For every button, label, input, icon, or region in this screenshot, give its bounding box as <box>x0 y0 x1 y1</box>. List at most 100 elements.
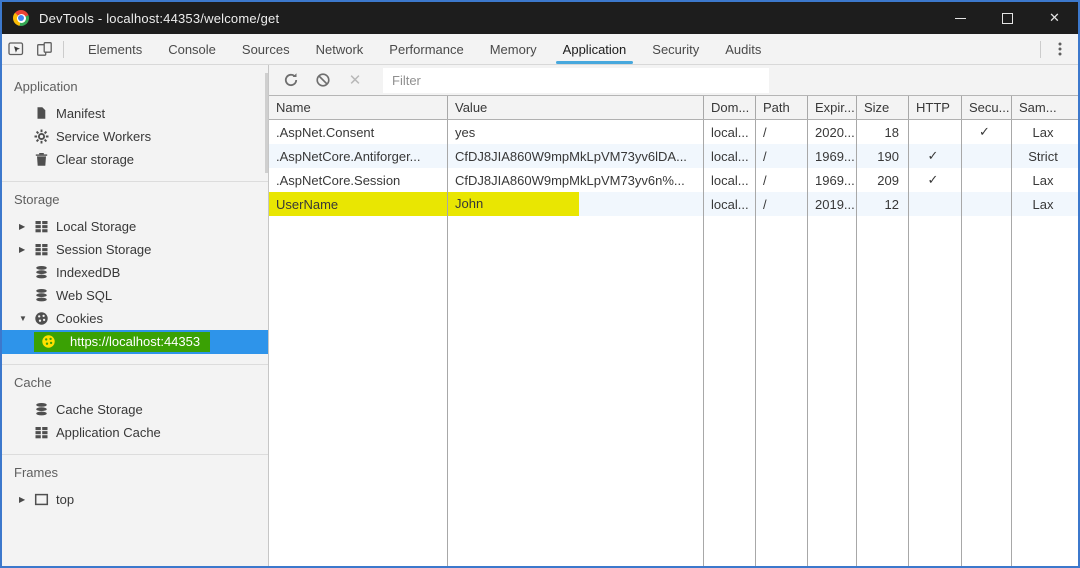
cell-sam[interactable]: Strict <box>1012 144 1078 168</box>
tab-elements[interactable]: Elements <box>75 34 155 64</box>
filter-input[interactable] <box>383 68 769 93</box>
column-header-http[interactable]: HTTP <box>909 96 962 119</box>
refresh-icon <box>283 72 299 88</box>
cell-dom[interactable]: local... <box>704 120 756 144</box>
sidebar-item-service-workers[interactable]: Service Workers <box>2 125 268 148</box>
cell-path[interactable]: / <box>756 120 808 144</box>
cell-secu[interactable]: ✓ <box>962 120 1012 144</box>
column-header-secu[interactable]: Secu... <box>962 96 1012 119</box>
cell-http[interactable]: ✓ <box>909 168 962 192</box>
cell-size[interactable]: 190 <box>857 144 909 168</box>
kebab-menu-button[interactable] <box>1046 34 1074 64</box>
cell-size[interactable]: 209 <box>857 168 909 192</box>
column-header-size[interactable]: Size <box>857 96 909 119</box>
cell-size[interactable]: 12 <box>857 192 909 216</box>
frame-icon <box>34 492 49 507</box>
sidebar-item-session-storage[interactable]: ▶Session Storage <box>2 238 268 261</box>
sidebar-item-https-localhost-44353[interactable]: https://localhost:44353 <box>2 330 268 354</box>
cell-name[interactable]: UserName <box>269 192 448 216</box>
tab-sources[interactable]: Sources <box>229 34 303 64</box>
cell-size[interactable]: 18 <box>857 120 909 144</box>
sidebar-item-label: https://localhost:44353 <box>70 334 200 349</box>
cell-http[interactable]: ✓ <box>909 144 962 168</box>
cell-sam[interactable]: Lax <box>1012 120 1078 144</box>
cell-name[interactable]: .AspNetCore.Antiforger... <box>269 144 448 168</box>
cell-expir[interactable]: 1969... <box>808 144 857 168</box>
tab-console[interactable]: Console <box>155 34 229 64</box>
sidebar-item-top[interactable]: ▶top <box>2 488 268 511</box>
cell-secu[interactable] <box>962 192 1012 216</box>
cell-http[interactable] <box>909 192 962 216</box>
sidebar-item-cookies[interactable]: ▼Cookies <box>2 307 268 330</box>
column-header-dom[interactable]: Dom... <box>704 96 756 119</box>
chevron-right-icon[interactable]: ▶ <box>19 495 34 504</box>
table-row[interactable]: .AspNet.Consentyeslocal.../2020...18 ✓Lax <box>269 120 1078 144</box>
sidebar: ApplicationManifestService WorkersClear … <box>2 65 269 566</box>
sidebar-item-local-storage[interactable]: ▶Local Storage <box>2 215 268 238</box>
tab-security[interactable]: Security <box>639 34 712 64</box>
column-header-sam[interactable]: Sam... <box>1012 96 1078 119</box>
column-header-value[interactable]: Value <box>448 96 704 119</box>
cell-value[interactable]: CfDJ8JIA860W9mpMkLpVM73yv6lDA... <box>448 144 704 168</box>
sidebar-item-clear-storage[interactable]: Clear storage <box>2 148 268 171</box>
column-header-name[interactable]: Name <box>269 96 448 119</box>
cell-expir[interactable]: 2020... <box>808 120 857 144</box>
value-highlight: John <box>448 192 579 216</box>
cell-value[interactable]: John <box>448 192 704 216</box>
table-row[interactable]: UserNameJohn local.../2019...12 Lax <box>269 192 1078 216</box>
cell-expir[interactable]: 2019... <box>808 192 857 216</box>
chevron-right-icon[interactable]: ▶ <box>19 245 34 254</box>
tab-network[interactable]: Network <box>303 34 377 64</box>
close-button[interactable]: ✕ <box>1031 2 1078 34</box>
cell-http[interactable] <box>909 120 962 144</box>
refresh-button[interactable] <box>278 67 304 93</box>
column-header-expir[interactable]: Expir... <box>808 96 857 119</box>
tab-application[interactable]: Application <box>550 34 640 64</box>
cell-name[interactable]: .AspNetCore.Session <box>269 168 448 192</box>
cell-name[interactable]: .AspNet.Consent <box>269 120 448 144</box>
chrome-logo-icon <box>13 10 29 26</box>
table-row[interactable]: .AspNetCore.SessionCfDJ8JIA860W9mpMkLpVM… <box>269 168 1078 192</box>
cell-sam[interactable]: Lax <box>1012 168 1078 192</box>
filler-column <box>269 216 448 566</box>
table-icon <box>34 425 49 440</box>
cell-dom[interactable]: local... <box>704 192 756 216</box>
section-header-cache: Cache <box>2 367 268 398</box>
inspect-cursor-button[interactable] <box>2 34 30 64</box>
tab-memory[interactable]: Memory <box>477 34 550 64</box>
table-row[interactable]: .AspNetCore.Antiforger...CfDJ8JIA860W9mp… <box>269 144 1078 168</box>
sidebar-item-web-sql[interactable]: Web SQL <box>2 284 268 307</box>
cell-path[interactable]: / <box>756 192 808 216</box>
sidebar-item-label: Web SQL <box>56 288 112 303</box>
tab-audits[interactable]: Audits <box>712 34 774 64</box>
chevron-right-icon[interactable]: ▶ <box>19 222 34 231</box>
delete-selected-button[interactable]: ✕ <box>342 67 368 93</box>
tabbar-right <box>1035 34 1078 64</box>
sidebar-item-application-cache[interactable]: Application Cache <box>2 421 268 444</box>
sidebar-item-manifest[interactable]: Manifest <box>2 102 268 125</box>
clear-all-button[interactable] <box>310 67 336 93</box>
device-toolbar-button[interactable] <box>30 34 58 64</box>
tab-performance[interactable]: Performance <box>376 34 476 64</box>
sidebar-scrollbar[interactable] <box>265 73 268 173</box>
sidebar-item-cache-storage[interactable]: Cache Storage <box>2 398 268 421</box>
cell-dom[interactable]: local... <box>704 144 756 168</box>
cell-path[interactable]: / <box>756 144 808 168</box>
filler-column <box>704 216 756 566</box>
filler-column <box>857 216 909 566</box>
sidebar-item-indexeddb[interactable]: IndexedDB <box>2 261 268 284</box>
column-header-path[interactable]: Path <box>756 96 808 119</box>
cell-sam[interactable]: Lax <box>1012 192 1078 216</box>
cell-secu[interactable] <box>962 144 1012 168</box>
cell-secu[interactable] <box>962 168 1012 192</box>
cell-expir[interactable]: 1969... <box>808 168 857 192</box>
chevron-down-icon[interactable]: ▼ <box>19 314 34 323</box>
cookies-pane: ✕ NameValueDom...PathExpir...SizeHTTPSec… <box>269 65 1078 566</box>
cell-value[interactable]: yes <box>448 120 704 144</box>
cell-path[interactable]: / <box>756 168 808 192</box>
maximize-button[interactable] <box>984 2 1031 34</box>
minimize-button[interactable] <box>937 2 984 34</box>
cell-value[interactable]: CfDJ8JIA860W9mpMkLpVM73yv6n%... <box>448 168 704 192</box>
cell-dom[interactable]: local... <box>704 168 756 192</box>
tabbar-separator <box>1040 41 1041 58</box>
